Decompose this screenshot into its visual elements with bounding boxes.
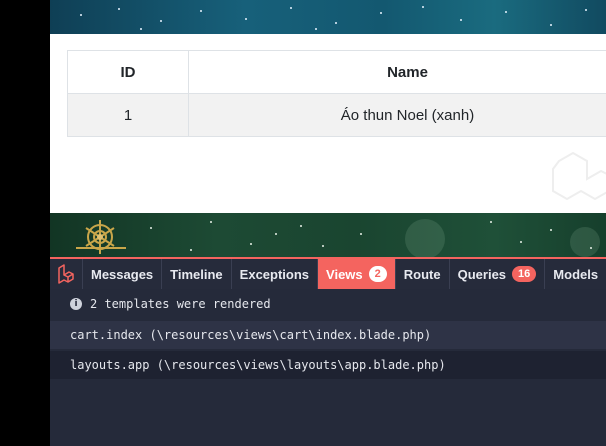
column-header-id: ID: [67, 50, 189, 94]
debugbar-tabs: Messages Timeline Exceptions Views 2 Rout…: [50, 257, 606, 289]
cell-id: 1: [67, 93, 189, 137]
tab-label: Queries: [457, 266, 507, 282]
views-status: i 2 templates were rendered: [50, 289, 606, 319]
status-text: 2 templates were rendered: [90, 297, 271, 311]
snowflake-ornament-icon: [76, 220, 126, 254]
tab-exceptions[interactable]: Exceptions: [230, 259, 317, 289]
tab-route[interactable]: Route: [394, 259, 449, 289]
tab-messages[interactable]: Messages: [82, 259, 161, 289]
tab-label: Messages: [91, 266, 154, 282]
tab-label: Views: [326, 266, 363, 282]
tab-label: Route: [403, 266, 441, 282]
tab-models[interactable]: Models: [544, 259, 606, 289]
list-item[interactable]: layouts.app (\resources\views\layouts\ap…: [50, 351, 606, 379]
views-count-badge: 2: [368, 266, 387, 282]
tab-views[interactable]: Views 2: [317, 259, 395, 289]
tab-timeline[interactable]: Timeline: [161, 259, 231, 289]
table-row: 1 Áo thun Noel (xanh): [67, 93, 606, 137]
table-header-row: ID Name: [67, 50, 606, 94]
laravel-watermark-icon: [551, 145, 606, 205]
view-path: layouts.app (\resources\views\layouts\ap…: [70, 358, 446, 372]
info-icon: i: [70, 298, 82, 310]
tab-label: Timeline: [170, 266, 223, 282]
top-banner: [50, 0, 606, 34]
queries-count-badge: 16: [512, 266, 537, 282]
cell-name: Áo thun Noel (xanh): [188, 93, 606, 137]
list-item[interactable]: cart.index (\resources\views\cart\index.…: [50, 321, 606, 349]
product-table: ID Name 1 Áo thun Noel (xanh): [67, 50, 606, 137]
tab-label: Exceptions: [239, 266, 310, 282]
page: ID Name 1 Áo thun Noel (xanh) Messages T…: [50, 0, 606, 446]
column-header-name: Name: [188, 50, 606, 94]
tab-label: Models: [553, 266, 599, 282]
view-path: cart.index (\resources\views\cart\index.…: [70, 328, 432, 342]
debugbar-banner: [50, 213, 606, 257]
debugbar: Messages Timeline Exceptions Views 2 Rout…: [50, 213, 606, 446]
tab-queries[interactable]: Queries 16: [448, 259, 545, 289]
laravel-logo-icon[interactable]: [50, 259, 82, 289]
